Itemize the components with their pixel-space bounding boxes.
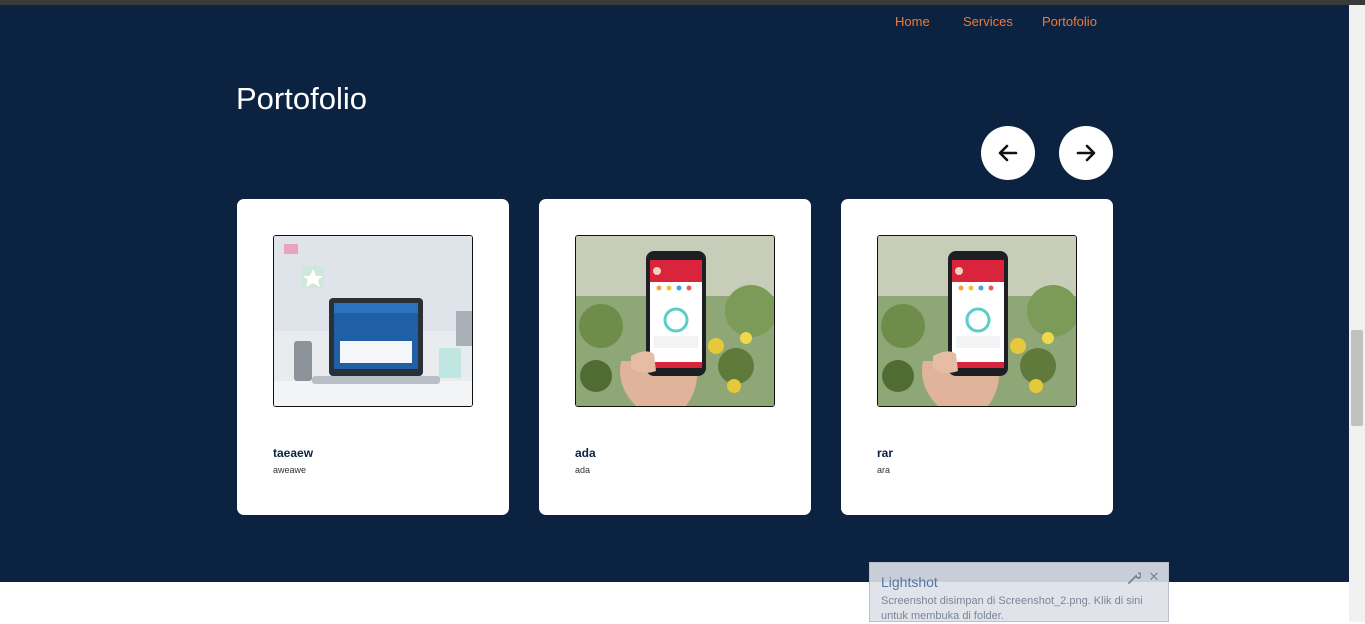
card-description: aweawe — [273, 465, 307, 475]
lightshot-notification[interactable]: Lightshot ✕ Screenshot disimpan di Scree… — [869, 562, 1169, 622]
notification-title: Lightshot — [881, 574, 938, 590]
close-icon[interactable]: ✕ — [1147, 569, 1161, 585]
portfolio-card[interactable]: ada ada — [539, 199, 811, 515]
card-title: taeaew — [273, 446, 314, 460]
card-title: ada — [575, 446, 596, 460]
carousel-next-button[interactable] — [1059, 126, 1113, 180]
card-description: ara — [877, 465, 891, 475]
notification-message: Screenshot disimpan di Screenshot_2.png.… — [881, 595, 1143, 622]
portfolio-card[interactable]: rar ara — [841, 199, 1113, 515]
page-scrollbar[interactable] — [1349, 5, 1365, 622]
arrow-left-icon — [998, 144, 1018, 162]
wrench-icon[interactable] — [1127, 571, 1141, 585]
nav-link-home[interactable]: Home — [895, 14, 930, 29]
portfolio-section: Home Services Portofolio Portofolio taea… — [0, 5, 1349, 582]
laptop-photo — [273, 235, 473, 407]
arrow-right-icon — [1076, 144, 1096, 162]
scrollbar-thumb[interactable] — [1351, 330, 1363, 426]
card-title: rar — [877, 446, 894, 460]
phone-app-photo — [575, 235, 775, 407]
phone-app-photo — [877, 235, 1077, 407]
nav-link-services[interactable]: Services — [963, 14, 1013, 29]
section-title: Portofolio — [236, 81, 367, 116]
portfolio-card[interactable]: taeaew aweawe — [237, 199, 509, 515]
card-description: ada — [575, 465, 591, 475]
nav-link-portofolio[interactable]: Portofolio — [1042, 14, 1097, 29]
carousel-prev-button[interactable] — [981, 126, 1035, 180]
